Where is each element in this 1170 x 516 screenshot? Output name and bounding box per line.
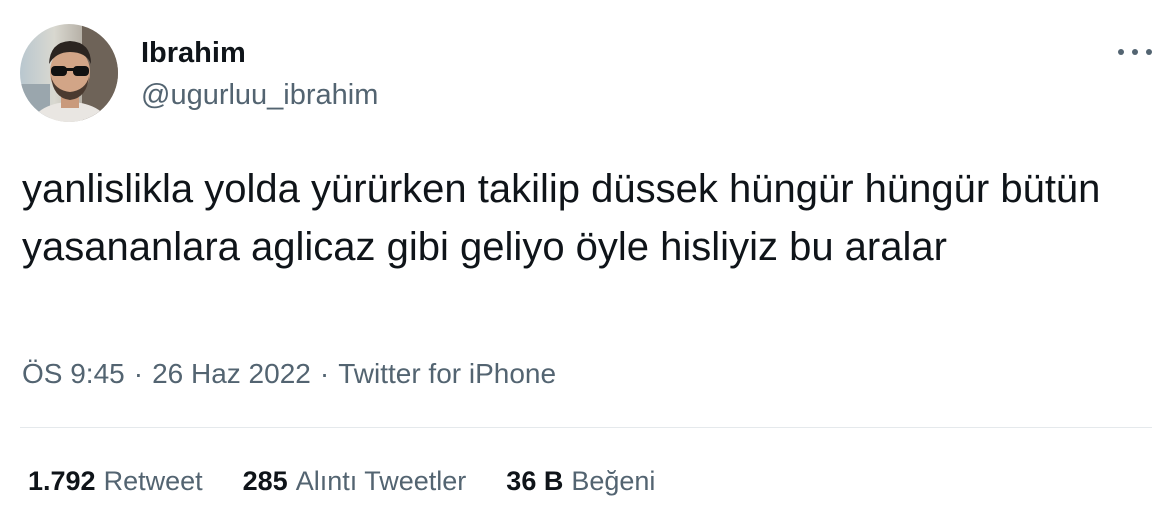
tweet-time[interactable]: ÖS 9:45 (22, 358, 125, 389)
divider (20, 427, 1152, 428)
tweet-date[interactable]: 26 Haz 2022 (152, 358, 311, 389)
dot-icon (1118, 49, 1124, 55)
meta-separator: · (133, 358, 144, 389)
quote-count: 285 (242, 466, 288, 496)
meta-separator: · (319, 358, 330, 389)
avatar[interactable] (20, 24, 118, 122)
like-label: Beğeni (571, 466, 656, 496)
more-horizontal-icon[interactable] (1118, 40, 1152, 64)
like-count-link[interactable]: 36 B Beğeni (506, 463, 655, 499)
user-handle[interactable]: @ugurluu_ibrahim (141, 78, 378, 112)
retweet-count-link[interactable]: 1.792 Retweet (28, 463, 203, 499)
like-count: 36 B (506, 466, 564, 496)
quote-label: Alıntı Tweetler (295, 466, 467, 496)
author-block: Ibrahim @ugurluu_ibrahim (141, 36, 378, 112)
tweet-text: yanlislikla yolda yürürken takilip düsse… (22, 167, 1112, 269)
profile-photo (20, 24, 118, 122)
dot-icon (1146, 49, 1152, 55)
display-name[interactable]: Ibrahim (141, 36, 378, 70)
tweet-meta: ÖS 9:45 · 26 Haz 2022 · Twitter for iPhone (22, 356, 556, 392)
tweet-stats: 1.792 Retweet 285 Alıntı Tweetler 36 B B… (28, 463, 655, 499)
tweet-source[interactable]: Twitter for iPhone (338, 358, 556, 389)
quote-count-link[interactable]: 285 Alıntı Tweetler (243, 463, 467, 499)
dot-icon (1132, 49, 1138, 55)
retweet-count: 1.792 (28, 466, 96, 496)
retweet-label: Retweet (103, 466, 203, 496)
